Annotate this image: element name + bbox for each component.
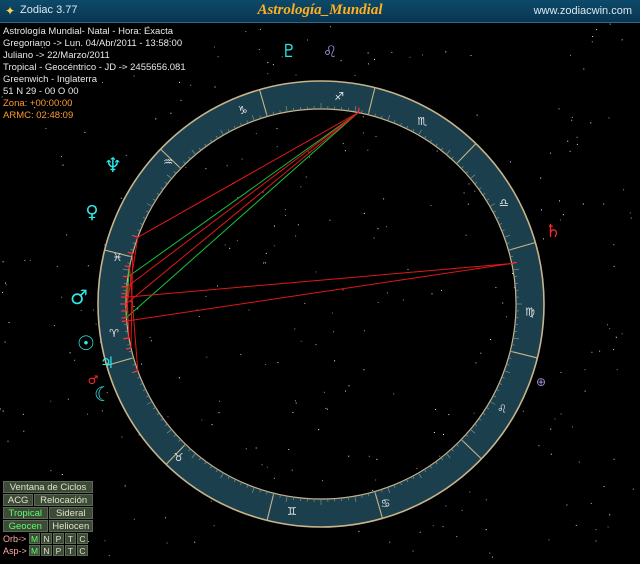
orb-toggle-n[interactable]: N — [41, 533, 52, 544]
venus-icon[interactable]: ♀ — [85, 202, 98, 223]
sign-taurus-glyph: ♉ — [174, 451, 184, 464]
sign-capricorn-glyph: ♑ — [238, 104, 248, 117]
mars-red-icon[interactable]: ♂ — [88, 373, 99, 387]
orb-toggle-c[interactable]: C — [77, 533, 88, 544]
sign-libra-glyph: ♎ — [499, 197, 509, 210]
control-panel: Ventana de Ciclos ACG Relocación Tropica… — [3, 481, 93, 557]
sun-icon[interactable]: ☉ — [77, 331, 95, 355]
orb-label: Orb-> — [3, 533, 27, 544]
asp-toggle-t[interactable]: T — [65, 545, 76, 556]
aspect-line — [127, 112, 359, 278]
aspect-line — [126, 112, 359, 288]
leo-outer-icon[interactable]: ♌ — [323, 42, 337, 61]
sign-scorpio-glyph: ♏ — [417, 115, 427, 128]
orb-toggle-p[interactable]: P — [53, 533, 64, 544]
sideral-button[interactable]: Sideral — [48, 507, 93, 519]
acg-button[interactable]: ACG — [3, 494, 34, 506]
app-window: ✦ Zodiac 3.77 Astrología_Mundial www.zod… — [0, 0, 640, 564]
neptune-icon[interactable]: ♆ — [104, 153, 122, 177]
asp-toggle-p[interactable]: P — [53, 545, 64, 556]
chart-wheel[interactable]: ♈♉♊♋♌♍♎♏♐♑♒♓ ♇ ♌♆♀♂☉♃☾♂♄⊕ — [0, 0, 640, 564]
heliocen-button[interactable]: Heliocen — [48, 520, 93, 532]
geocen-button[interactable]: Geocen — [3, 520, 48, 532]
part-fortune-icon[interactable]: ⊕ — [536, 375, 546, 389]
asp-toggle-n[interactable]: N — [41, 545, 52, 556]
sign-aries-glyph: ♈ — [109, 327, 119, 340]
saturn-icon[interactable]: ♄ — [545, 221, 561, 242]
zodiac-ring — [97, 80, 545, 528]
sign-sagittarius-glyph: ♐ — [334, 90, 344, 103]
mars-icon[interactable]: ♂ — [70, 285, 88, 309]
asp-toggle-m[interactable]: M — [29, 545, 40, 556]
sign-pisces-glyph: ♓ — [112, 251, 122, 264]
pluto-icon[interactable]: ♇ — [281, 41, 297, 62]
aspect-line — [125, 112, 359, 305]
jupiter-icon[interactable]: ♃ — [100, 353, 114, 372]
sign-aquarius-glyph: ♒ — [163, 156, 173, 169]
sign-gemini-glyph: ♊ — [287, 505, 297, 518]
tropical-button[interactable]: Tropical — [3, 507, 48, 519]
relocacion-button[interactable]: Relocación — [34, 494, 93, 506]
ventana-ciclos-button[interactable]: Ventana de Ciclos — [3, 481, 93, 493]
orb-toggle-m[interactable]: M — [29, 533, 40, 544]
sign-cancer-glyph: ♋ — [381, 497, 391, 510]
sign-leo-glyph: ♌ — [497, 403, 507, 416]
asp-label: Asp-> — [3, 545, 27, 556]
orb-toggle-t[interactable]: T — [65, 533, 76, 544]
ring-inner-border — [125, 108, 517, 500]
sign-virgo-glyph: ♍ — [525, 305, 535, 318]
asp-toggle-c[interactable]: C — [77, 545, 88, 556]
